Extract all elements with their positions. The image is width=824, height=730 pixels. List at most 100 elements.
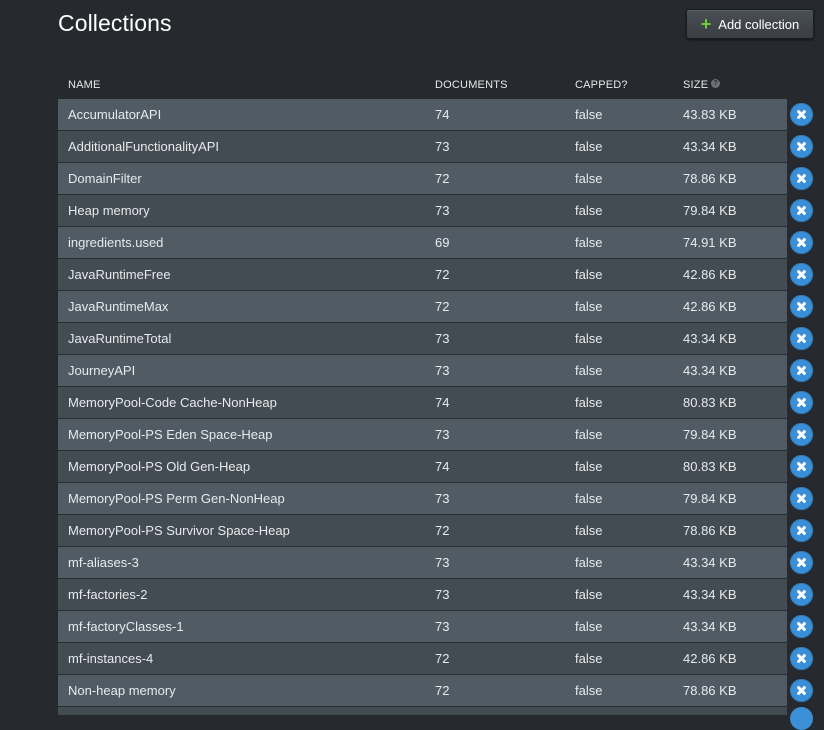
add-collection-label: Add collection <box>718 16 800 32</box>
table-row-background <box>58 355 787 387</box>
collection-name[interactable]: Non-heap memory <box>68 675 176 706</box>
table-row[interactable]: ingredients.used 69 false 74.91 KB <box>58 227 824 259</box>
collection-name[interactable]: mf-aliases-3 <box>68 547 139 578</box>
size-value: 79.84 KB <box>683 491 737 506</box>
collection-name[interactable]: DomainFilter <box>68 163 142 194</box>
add-collection-button[interactable]: + Add collection <box>686 9 814 39</box>
table-row[interactable]: MemoryPool-PS Eden Space-Heap 73 false 79.8… <box>58 419 824 451</box>
close-circle-icon[interactable] <box>790 167 813 190</box>
document-count: 73 <box>435 587 450 602</box>
document-count: 73 <box>435 363 450 378</box>
collection-name[interactable]: MemoryPool-Code Cache-NonHeap <box>68 387 277 418</box>
collection-name[interactable]: MemoryPool-PS Survivor Space-Heap <box>68 515 290 546</box>
capped-value: false <box>575 395 603 410</box>
size-value: 43.34 KB <box>683 139 737 154</box>
close-circle-icon[interactable] <box>790 455 813 478</box>
document-count: 73 <box>435 555 450 570</box>
capped-value: false <box>575 139 603 154</box>
table-row[interactable]: DomainFilter 72 false 78.86 KB <box>58 163 824 195</box>
collection-name[interactable]: JavaRuntimeFree <box>68 259 171 290</box>
close-circle-icon[interactable] <box>790 359 813 382</box>
capped-value: false <box>575 299 603 314</box>
table-row-background <box>58 643 787 675</box>
close-circle-icon[interactable] <box>790 263 813 286</box>
close-circle-icon[interactable] <box>790 615 813 638</box>
collection-name[interactable]: mf-factories-2 <box>68 579 147 610</box>
document-count: 72 <box>435 651 450 666</box>
capped-value: false <box>575 331 603 346</box>
collection-name[interactable]: mf-factoryClasses-1 <box>68 611 184 642</box>
document-count: 72 <box>435 523 450 538</box>
close-circle-icon[interactable] <box>790 647 813 670</box>
close-circle-icon[interactable] <box>790 583 813 606</box>
table-row-partial[interactable] <box>58 707 787 715</box>
table-row-background <box>58 99 787 131</box>
close-circle-icon[interactable] <box>790 551 813 574</box>
collection-name[interactable]: mf-instances-4 <box>68 643 153 674</box>
capped-value: false <box>575 235 603 250</box>
close-circle-icon[interactable] <box>790 199 813 222</box>
table-row[interactable]: mf-factoryClasses-1 73 false 43.34 KB <box>58 611 824 643</box>
close-circle-icon[interactable] <box>790 231 813 254</box>
size-value: 78.86 KB <box>683 171 737 186</box>
table-row[interactable]: Non-heap memory 72 false 78.86 KB <box>58 675 824 707</box>
capped-value: false <box>575 491 603 506</box>
document-count: 73 <box>435 331 450 346</box>
collection-name[interactable]: MemoryPool-PS Perm Gen-NonHeap <box>68 483 285 514</box>
plus-icon: + <box>700 13 712 34</box>
capped-value: false <box>575 587 603 602</box>
capped-value: false <box>575 107 603 122</box>
table-row[interactable]: mf-instances-4 72 false 42.86 KB <box>58 643 824 675</box>
table-row[interactable]: MemoryPool-Code Cache-NonHeap 74 false 80.8… <box>58 387 824 419</box>
collection-name[interactable]: JavaRuntimeTotal <box>68 323 171 354</box>
close-circle-icon[interactable] <box>790 487 813 510</box>
capped-value: false <box>575 363 603 378</box>
table-row[interactable]: JavaRuntimeTotal 73 false 43.34 KB <box>58 323 824 355</box>
close-circle-icon[interactable] <box>790 135 813 158</box>
column-header-size[interactable]: SIZE <box>683 79 708 91</box>
table-row-background <box>58 227 787 259</box>
column-header-documents[interactable]: DOCUMENTS <box>435 79 508 91</box>
close-circle-icon[interactable] <box>790 679 813 702</box>
document-count: 74 <box>435 107 450 122</box>
size-value: 43.34 KB <box>683 587 737 602</box>
collection-name[interactable]: MemoryPool-PS Eden Space-Heap <box>68 419 273 450</box>
collection-name[interactable]: Heap memory <box>68 195 150 226</box>
table-row[interactable]: MemoryPool-PS Old Gen-Heap 74 false 80.83 K… <box>58 451 824 483</box>
table-row[interactable]: mf-aliases-3 73 false 43.34 KB <box>58 547 824 579</box>
close-circle-icon[interactable] <box>790 423 813 446</box>
table-row[interactable]: Heap memory 73 false 79.84 KB <box>58 195 824 227</box>
collection-name[interactable]: ingredients.used <box>68 227 163 258</box>
table-row[interactable]: MemoryPool-PS Survivor Space-Heap 72 false… <box>58 515 824 547</box>
table-row[interactable]: JavaRuntimeMax 72 false 42.86 KB <box>58 291 824 323</box>
close-circle-icon[interactable] <box>790 391 813 414</box>
close-circle-icon[interactable] <box>790 327 813 350</box>
table-row[interactable]: AdditionalFunctionalityAPI 73 false 43.34 K… <box>58 131 824 163</box>
close-circle-icon[interactable] <box>790 295 813 318</box>
document-count: 74 <box>435 459 450 474</box>
capped-value: false <box>575 203 603 218</box>
size-value: 43.34 KB <box>683 555 737 570</box>
collection-name[interactable]: AdditionalFunctionalityAPI <box>68 131 219 162</box>
table-row[interactable]: AccumulatorAPI 74 false 43.83 KB <box>58 99 824 131</box>
collection-name[interactable]: JavaRuntimeMax <box>68 291 168 322</box>
collection-name[interactable]: MemoryPool-PS Old Gen-Heap <box>68 451 250 482</box>
document-count: 73 <box>435 619 450 634</box>
size-value: 79.84 KB <box>683 203 737 218</box>
table-row[interactable]: JourneyAPI 73 false 43.34 KB <box>58 355 824 387</box>
collection-name[interactable]: JourneyAPI <box>68 355 135 386</box>
help-icon[interactable]: ? <box>711 79 721 88</box>
document-count: 74 <box>435 395 450 410</box>
capped-value: false <box>575 459 603 474</box>
column-header-capped[interactable]: CAPPED? <box>575 79 628 91</box>
table-row[interactable]: mf-factories-2 73 false 43.34 KB <box>58 579 824 611</box>
table-row[interactable]: JavaRuntimeFree 72 false 42.86 KB <box>58 259 824 291</box>
close-circle-icon[interactable] <box>790 519 813 542</box>
close-circle-icon[interactable] <box>790 707 813 730</box>
collection-name[interactable]: AccumulatorAPI <box>68 99 161 130</box>
close-circle-icon[interactable] <box>790 103 813 126</box>
capped-value: false <box>575 683 603 698</box>
document-count: 73 <box>435 139 450 154</box>
table-row[interactable]: MemoryPool-PS Perm Gen-NonHeap 73 false 79.… <box>58 483 824 515</box>
column-header-name[interactable]: NAME <box>68 79 101 91</box>
